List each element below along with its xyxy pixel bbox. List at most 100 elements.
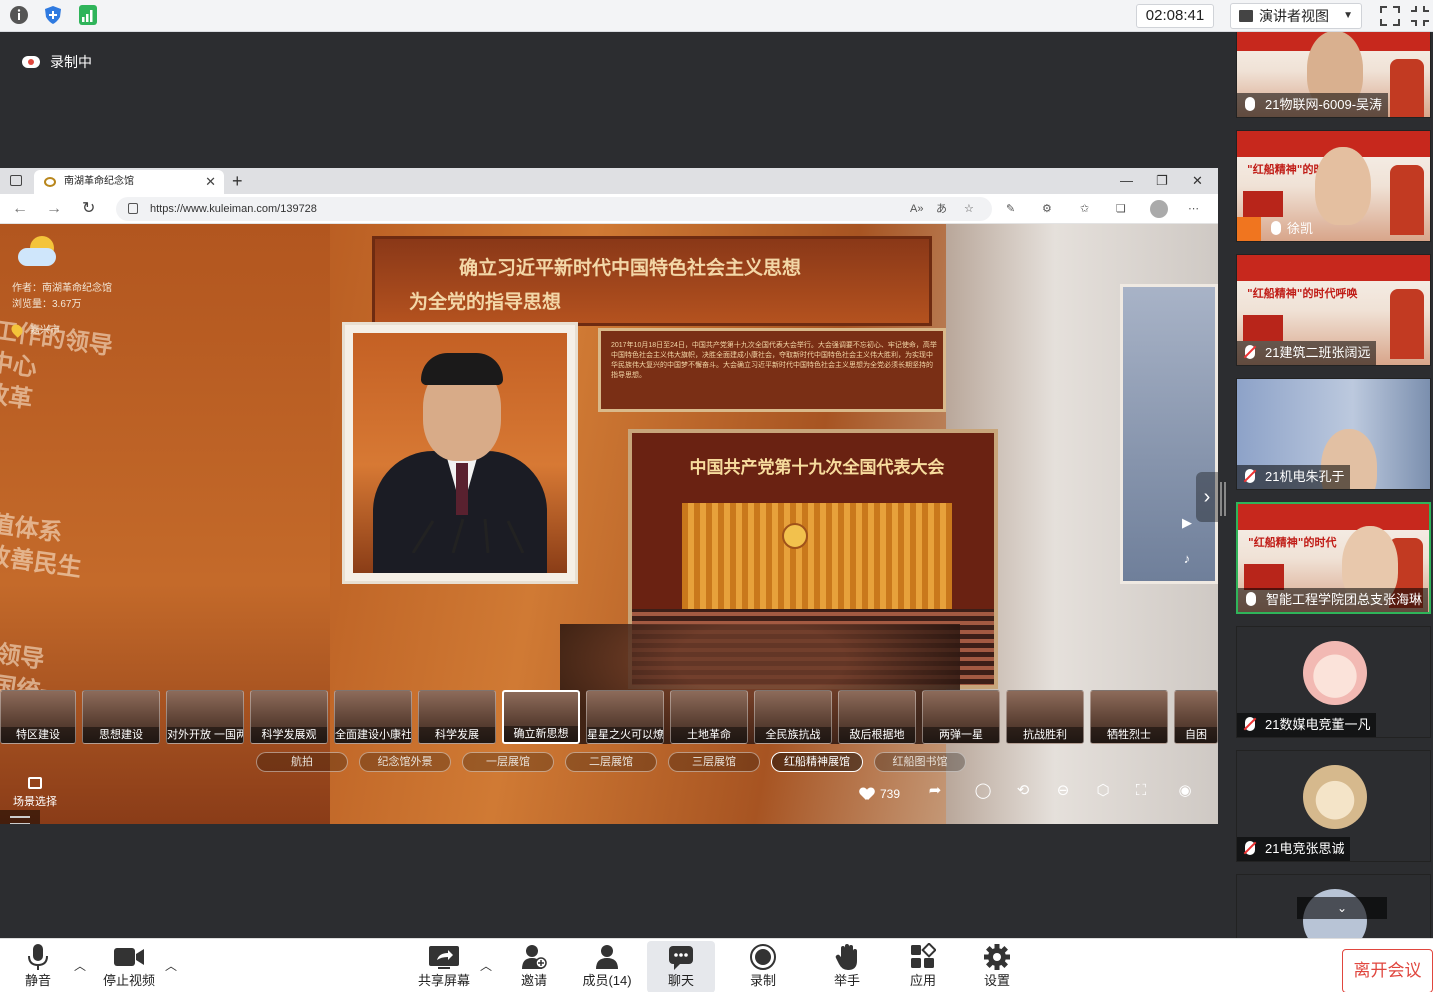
extension-pen-icon[interactable]: ✎: [1006, 200, 1015, 218]
extensions-icon[interactable]: ⚙: [1042, 200, 1052, 218]
forward-icon[interactable]: →: [46, 198, 62, 220]
mute-options-chevron-icon[interactable]: ︿: [74, 957, 86, 974]
scene-thumbnail[interactable]: 两弹一星: [922, 690, 1000, 744]
participant-tile[interactable]: 21数媒电竞董一凡: [1236, 626, 1431, 738]
participant-tile[interactable]: "红船精神"的时代呼唤 21建筑二班张阔远: [1236, 254, 1431, 366]
scene-thumbnail[interactable]: 自困: [1174, 690, 1218, 744]
scene-thumbnail[interactable]: 土地革命: [670, 690, 748, 744]
3d-model-icon[interactable]: ⬡: [1094, 782, 1112, 800]
microphone-muted-icon: [1245, 345, 1255, 359]
scene-thumbnail[interactable]: 科学发展: [418, 690, 496, 744]
restore-window-icon[interactable]: [1409, 4, 1431, 28]
chat-button[interactable]: 聊天: [647, 941, 715, 992]
scene-thumbnail-active[interactable]: 确立新思想: [502, 690, 580, 744]
browser-tab[interactable]: 南湖革命纪念馆 ✕: [34, 170, 224, 194]
close-tab-icon[interactable]: ✕: [205, 170, 216, 194]
fullscreen-scene-icon[interactable]: ⛶: [1132, 782, 1150, 800]
avatar: [1303, 765, 1367, 829]
scene-select-label: 场景选择: [13, 796, 57, 808]
members-button[interactable]: 成员(14): [578, 941, 636, 992]
scene-thumbnail[interactable]: 对外开放 一国两: [166, 690, 244, 744]
collections-icon[interactable]: ❏: [1116, 200, 1126, 218]
scene-select-button[interactable]: 场景选择: [10, 777, 60, 809]
scene-thumbnail-strip: 特区建设 思想建设 对外开放 一国两 科学发展观 全面建设小康社 科学发展 确立…: [0, 690, 1218, 746]
like-button[interactable]: 739: [860, 782, 900, 806]
profile-avatar-icon[interactable]: [1150, 200, 1168, 218]
panel-resize-handle[interactable]: [1220, 482, 1226, 516]
leave-meeting-button[interactable]: 离开会议: [1342, 949, 1433, 992]
stop-video-button[interactable]: 停止视频: [100, 941, 158, 992]
gyroscope-icon[interactable]: ⟲: [1014, 782, 1032, 800]
video-camera-icon: [113, 943, 145, 971]
scene-thumbnail[interactable]: 全民族抗战: [754, 690, 832, 744]
fullscreen-icon[interactable]: [1378, 4, 1402, 28]
scene-thumbnail[interactable]: 星星之火可以燎: [586, 690, 664, 744]
participant-name: 21物联网-6009-吴涛: [1265, 97, 1383, 112]
refresh-icon[interactable]: ↻: [82, 198, 95, 220]
invite-button[interactable]: 邀请: [512, 941, 556, 992]
menu-list-icon[interactable]: [0, 810, 40, 824]
music-note-icon[interactable]: ♪: [1178, 550, 1196, 568]
security-shield-icon[interactable]: [42, 4, 64, 26]
network-signal-icon[interactable]: [76, 4, 98, 26]
participant-name: 徐凯: [1287, 221, 1314, 236]
scene-thumbnail[interactable]: 敌后根据地: [838, 690, 916, 744]
category-tab[interactable]: 二层展馆: [565, 752, 657, 772]
share-options-chevron-icon[interactable]: ︿: [480, 957, 492, 974]
scene-thumbnail[interactable]: 思想建设: [82, 690, 160, 744]
category-tab-active[interactable]: 红船精神展馆: [771, 752, 863, 772]
apps-button[interactable]: 应用: [902, 941, 944, 992]
search-icon[interactable]: ◯: [974, 782, 992, 800]
location-label[interactable]: 嘉兴市: [30, 324, 60, 338]
record-button[interactable]: 录制: [742, 941, 784, 992]
share-icon[interactable]: ➦: [926, 782, 944, 800]
back-icon[interactable]: ←: [12, 198, 28, 220]
category-tab[interactable]: 红船图书馆: [874, 752, 966, 772]
eye-icon[interactable]: ◉: [1176, 782, 1194, 800]
raise-hand-button[interactable]: 举手: [826, 941, 868, 992]
read-aloud-icon[interactable]: A»: [910, 200, 923, 218]
heart-icon: [860, 788, 874, 800]
scroll-down-icon[interactable]: ⌄: [1297, 897, 1387, 919]
category-tab[interactable]: 三层展馆: [668, 752, 760, 772]
scene-thumbnail[interactable]: 牺牲烈士: [1090, 690, 1168, 744]
vr-panorama-view[interactable]: 工作的领导 中心 改革 主 价值体系 和改善民生 生 绝对领导 进祖国统一 确立…: [0, 224, 1218, 824]
info-icon[interactable]: [8, 4, 30, 26]
new-tab-icon[interactable]: +: [232, 168, 243, 194]
view-mode-dropdown[interactable]: 演讲者视图 ▼: [1230, 3, 1362, 29]
maximize-icon[interactable]: ❐: [1156, 168, 1168, 194]
settings-button[interactable]: 设置: [976, 941, 1018, 992]
category-tab[interactable]: 一层展馆: [462, 752, 554, 772]
category-tab[interactable]: 航拍: [256, 752, 348, 772]
tab-actions-icon[interactable]: [10, 175, 22, 186]
minimize-icon[interactable]: —: [1120, 168, 1133, 194]
participant-tile-speaking[interactable]: "红船精神"的时代 智能工程学院团总支张海琳: [1236, 502, 1431, 614]
congress-title: 中国共产党第十九次全国代表大会: [689, 458, 945, 478]
scene-thumbnail[interactable]: 科学发展观: [250, 690, 328, 744]
add-user-icon: [521, 943, 547, 971]
address-bar[interactable]: https://www.kuleiman.com/139728: [116, 197, 992, 221]
vr-glasses-icon[interactable]: ⊖: [1054, 782, 1072, 800]
share-screen-button[interactable]: 共享屏幕: [414, 941, 474, 992]
scene-thumbnail[interactable]: 特区建设: [0, 690, 76, 744]
favorite-star-icon[interactable]: ☆: [964, 200, 974, 218]
translate-icon[interactable]: あ: [936, 200, 947, 218]
participant-tile[interactable]: 21机电朱孔于: [1236, 378, 1431, 490]
participant-tile[interactable]: 21物联网-6009-吴涛: [1236, 32, 1431, 118]
participant-tile[interactable]: "红船精神"的时代呼唤 徐凯: [1236, 130, 1431, 242]
close-window-icon[interactable]: ✕: [1192, 168, 1203, 194]
mute-button[interactable]: 静音: [14, 941, 62, 992]
microphone-icon: [1245, 97, 1255, 111]
scene-thumbnail[interactable]: 抗战胜利: [1006, 690, 1084, 744]
scene-thumbnail[interactable]: 全面建设小康社: [334, 690, 412, 744]
more-options-icon[interactable]: ⋯: [1188, 200, 1199, 218]
top-bar: 02:08:41 演讲者视图 ▼: [0, 0, 1433, 32]
expand-panel-arrow[interactable]: ›: [1196, 472, 1218, 522]
play-video-icon[interactable]: ▶: [1178, 514, 1196, 532]
favorites-bar-icon[interactable]: ✩: [1080, 200, 1089, 218]
video-options-chevron-icon[interactable]: ︿: [165, 957, 177, 974]
participant-tile[interactable]: ⌄: [1236, 874, 1431, 938]
participant-tile[interactable]: 21电竞张思诚: [1236, 750, 1431, 862]
microphone-muted-icon: [1245, 717, 1255, 731]
category-tab[interactable]: 纪念馆外景: [359, 752, 451, 772]
